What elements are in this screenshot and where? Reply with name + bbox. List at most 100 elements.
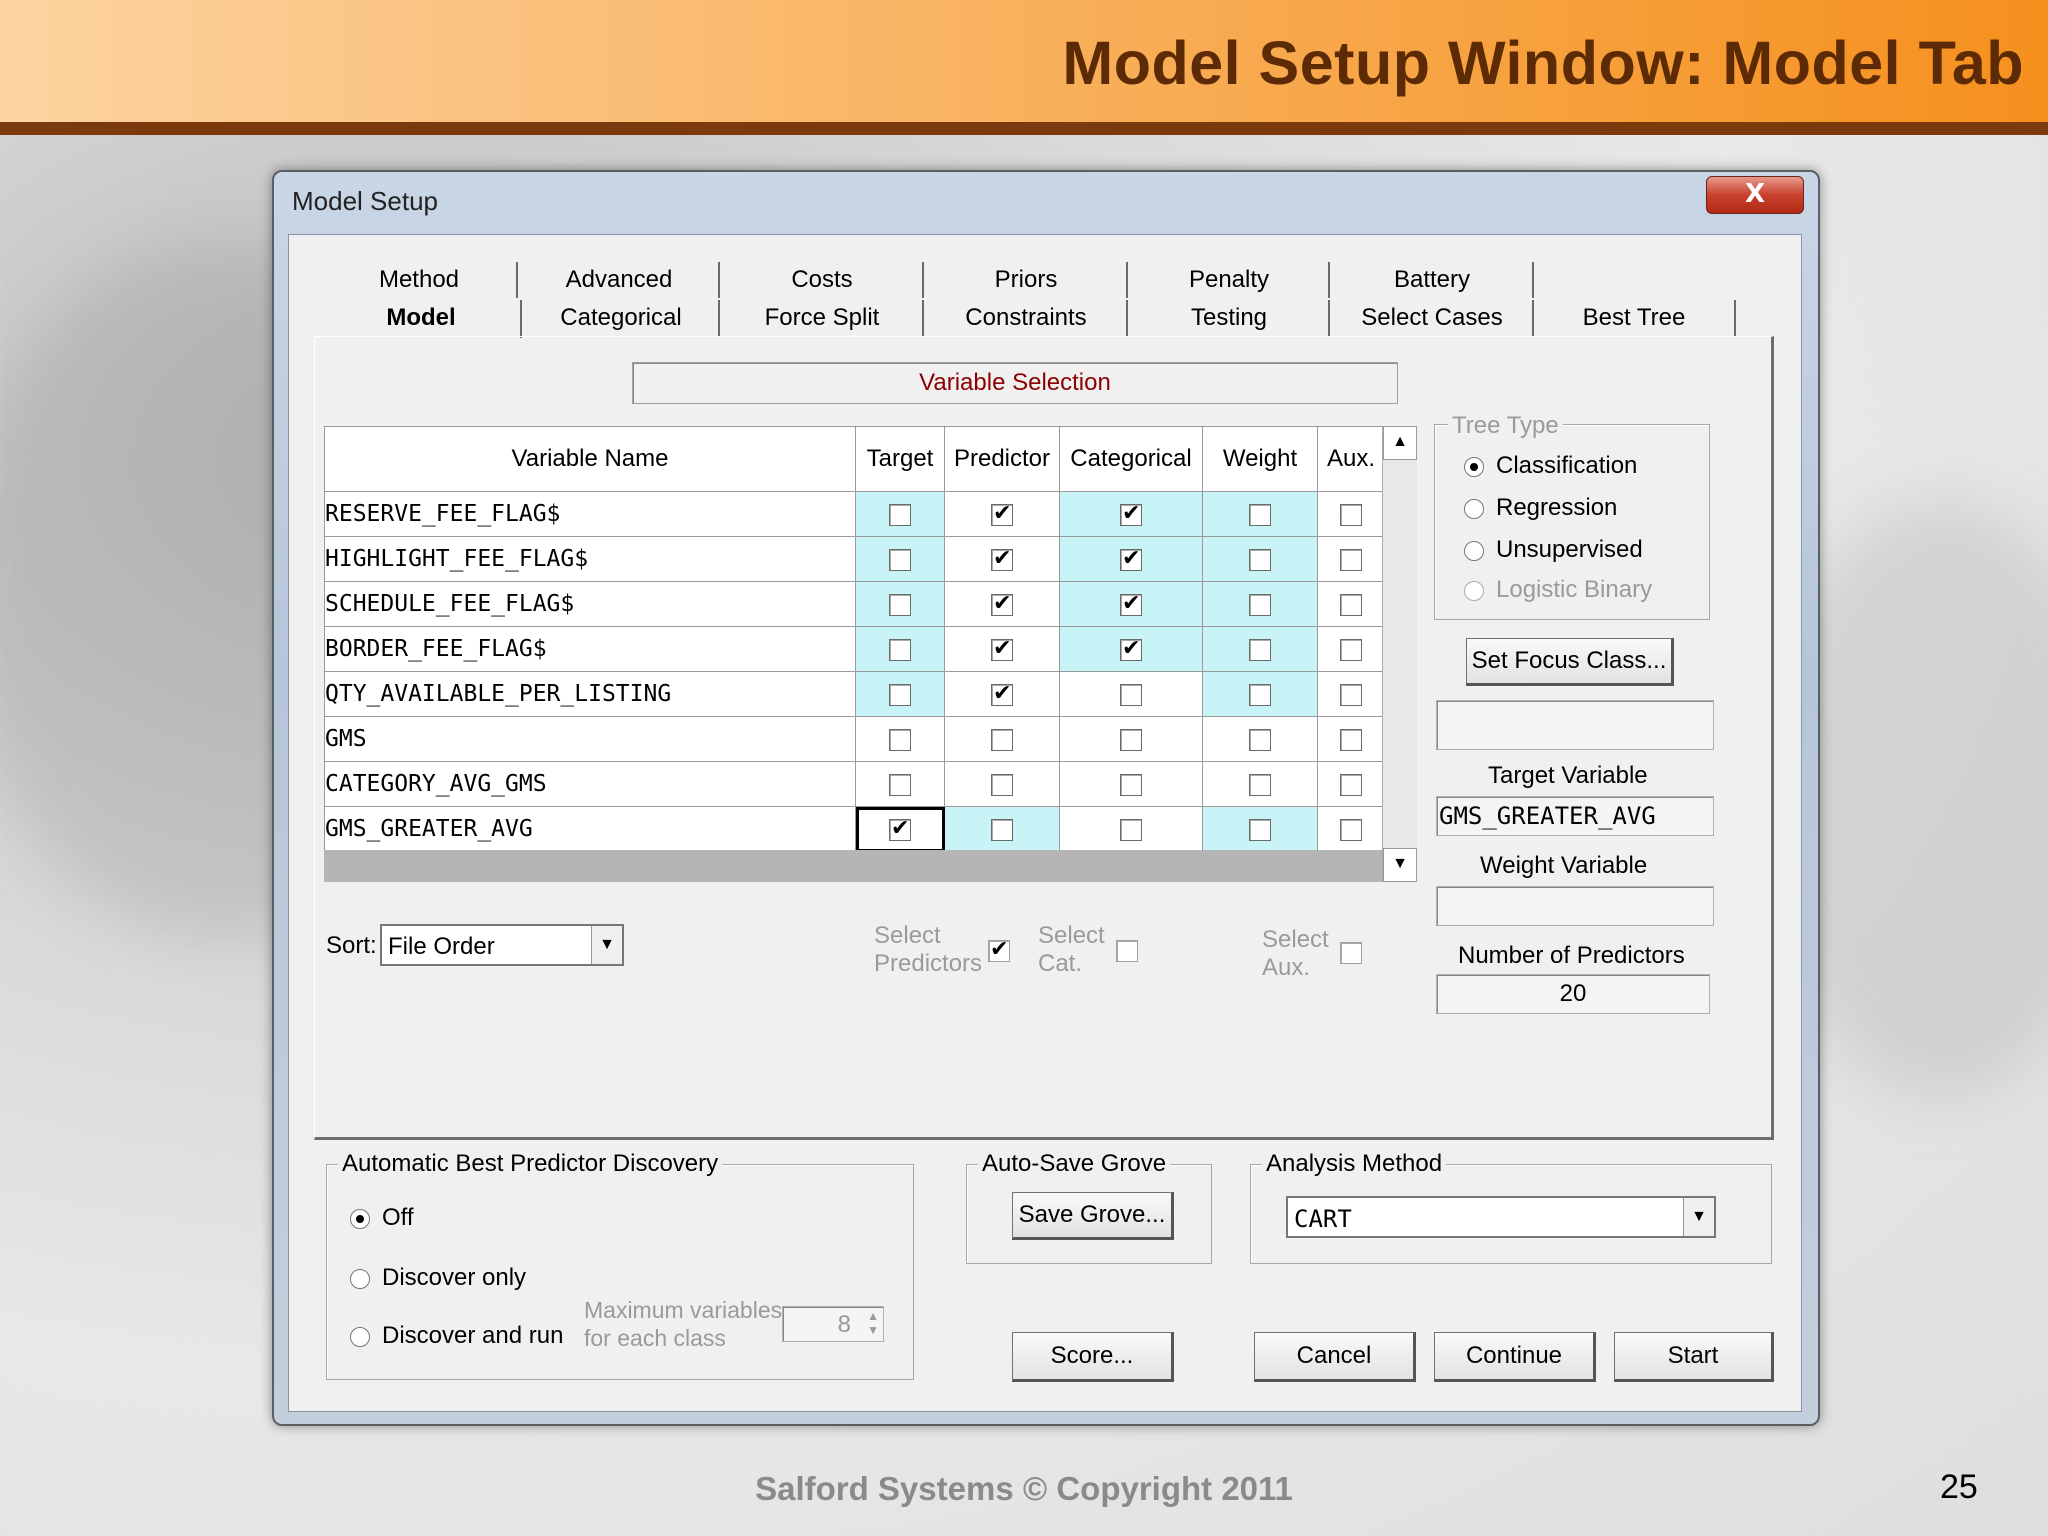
max-variables-stepper[interactable]: 8 ▲ ▼ [782, 1306, 884, 1342]
aux-checkbox[interactable] [1340, 683, 1362, 706]
aux-checkbox[interactable] [1340, 548, 1362, 571]
table-row[interactable]: GMS_GREATER_AVG [324, 806, 1385, 852]
target-checkbox[interactable] [889, 728, 911, 751]
close-button[interactable]: X [1706, 176, 1804, 214]
discovery-discover-only-radio[interactable]: Discover only [350, 1264, 526, 1292]
tree-type-regression-radio[interactable]: Regression [1464, 494, 1617, 522]
aux-checkbox[interactable] [1340, 818, 1362, 841]
weight-checkbox[interactable] [1249, 683, 1271, 706]
aux-cell [1317, 806, 1385, 852]
number-of-predictors-label: Number of Predictors [1458, 942, 1685, 969]
table-row[interactable]: GMS [324, 716, 1385, 762]
tab-costs[interactable]: Costs [722, 262, 924, 298]
tree-type-logistic-binary-radio[interactable]: Logistic Binary [1464, 576, 1652, 604]
predictor-checkbox[interactable] [991, 818, 1013, 841]
tab-force-split[interactable]: Force Split [722, 300, 924, 336]
tab-testing[interactable]: Testing [1130, 300, 1330, 336]
aux-checkbox[interactable] [1340, 593, 1362, 616]
tab-select-cases[interactable]: Select Cases [1332, 300, 1534, 336]
categorical-checkbox[interactable] [1120, 773, 1142, 796]
save-grove-button[interactable]: Save Grove... [1012, 1192, 1174, 1240]
aux-checkbox[interactable] [1340, 503, 1362, 526]
weight-checkbox[interactable] [1249, 773, 1271, 796]
table-row[interactable]: CATEGORY_AVG_GMS [324, 761, 1385, 807]
target-checkbox[interactable] [889, 593, 911, 616]
aux-checkbox[interactable] [1340, 728, 1362, 751]
column-header-variable-name[interactable]: Variable Name [324, 426, 856, 492]
table-row[interactable]: HIGHLIGHT_FEE_FLAG$ [324, 536, 1385, 582]
tab-battery[interactable]: Battery [1332, 262, 1534, 298]
score-button[interactable]: Score... [1012, 1332, 1174, 1382]
aux-checkbox[interactable] [1340, 773, 1362, 796]
target-checkbox[interactable] [889, 548, 911, 571]
select-predictors-checkbox[interactable] [988, 936, 1010, 962]
column-header-predictor[interactable]: Predictor [944, 426, 1060, 492]
categorical-checkbox[interactable] [1120, 818, 1142, 841]
target-checkbox[interactable] [889, 683, 911, 706]
scroll-up-icon[interactable]: ▲ [1383, 426, 1417, 460]
start-button[interactable]: Start [1614, 1332, 1774, 1382]
tab-advanced[interactable]: Advanced [520, 262, 720, 298]
weight-checkbox[interactable] [1249, 503, 1271, 526]
predictor-checkbox[interactable] [991, 635, 1013, 661]
column-header-aux[interactable]: Aux. [1317, 426, 1385, 492]
table-row[interactable]: RESERVE_FEE_FLAG$ [324, 491, 1385, 537]
table-row[interactable]: SCHEDULE_FEE_FLAG$ [324, 581, 1385, 627]
table-row[interactable]: BORDER_FEE_FLAG$ [324, 626, 1385, 672]
cancel-button[interactable]: Cancel [1254, 1332, 1416, 1382]
categorical-checkbox[interactable] [1120, 683, 1142, 706]
radio-icon [350, 1268, 370, 1289]
categorical-checkbox[interactable] [1120, 590, 1142, 616]
variable-name-cell: SCHEDULE_FEE_FLAG$ [324, 581, 856, 627]
sort-dropdown[interactable]: File Order ▼ [380, 924, 624, 966]
tab-method[interactable]: Method [322, 262, 518, 298]
predictor-checkbox[interactable] [991, 728, 1013, 751]
target-cell [855, 806, 945, 852]
tree-type-classification-radio[interactable]: Classification [1464, 452, 1637, 480]
tree-type-unsupervised-radio[interactable]: Unsupervised [1464, 536, 1643, 564]
variable-name-cell: BORDER_FEE_FLAG$ [324, 626, 856, 672]
select-cat-checkbox[interactable] [1116, 940, 1138, 962]
predictor-checkbox[interactable] [991, 590, 1013, 616]
discovery-off-radio[interactable]: Off [350, 1204, 414, 1232]
weight-cell [1202, 626, 1318, 672]
tab-penalty[interactable]: Penalty [1130, 262, 1330, 298]
tab-best-tree[interactable]: Best Tree [1534, 300, 1736, 336]
predictor-checkbox[interactable] [991, 773, 1013, 796]
analysis-method-dropdown[interactable]: CART ▼ [1286, 1196, 1716, 1238]
weight-checkbox[interactable] [1249, 548, 1271, 571]
column-header-weight[interactable]: Weight [1202, 426, 1318, 492]
target-checkbox[interactable] [889, 815, 911, 841]
weight-checkbox[interactable] [1249, 818, 1271, 841]
weight-checkbox[interactable] [1249, 593, 1271, 616]
weight-checkbox[interactable] [1249, 638, 1271, 661]
target-checkbox[interactable] [889, 638, 911, 661]
weight-checkbox[interactable] [1249, 728, 1271, 751]
categorical-checkbox[interactable] [1120, 545, 1142, 571]
tab-priors[interactable]: Priors [926, 262, 1128, 298]
categorical-checkbox[interactable] [1120, 728, 1142, 751]
categorical-checkbox[interactable] [1120, 635, 1142, 661]
continue-button[interactable]: Continue [1434, 1332, 1596, 1382]
grid-scrollbar[interactable]: ▲ ▼ [1382, 426, 1417, 882]
column-header-categorical[interactable]: Categorical [1059, 426, 1203, 492]
table-row[interactable]: QTY_AVAILABLE_PER_LISTING [324, 671, 1385, 717]
predictor-checkbox[interactable] [991, 680, 1013, 706]
target-variable-field: GMS_GREATER_AVG [1436, 796, 1714, 836]
discovery-discover-and-run-radio[interactable]: Discover and run [350, 1322, 563, 1350]
predictor-checkbox[interactable] [991, 500, 1013, 526]
categorical-checkbox[interactable] [1120, 500, 1142, 526]
tab-constraints[interactable]: Constraints [926, 300, 1128, 336]
set-focus-class-button[interactable]: Set Focus Class... [1466, 638, 1674, 686]
select-aux-checkbox[interactable] [1340, 942, 1362, 964]
scroll-down-icon[interactable]: ▼ [1383, 848, 1417, 882]
tab-model[interactable]: Model [322, 300, 522, 338]
tab-categorical[interactable]: Categorical [524, 300, 720, 336]
target-checkbox[interactable] [889, 773, 911, 796]
aux-checkbox[interactable] [1340, 638, 1362, 661]
tree-type-title: Tree Type [1448, 412, 1563, 440]
target-checkbox[interactable] [889, 503, 911, 526]
predictor-checkbox[interactable] [991, 545, 1013, 571]
column-header-target[interactable]: Target [855, 426, 945, 492]
auto-save-grove-title: Auto-Save Grove [978, 1150, 1171, 1178]
